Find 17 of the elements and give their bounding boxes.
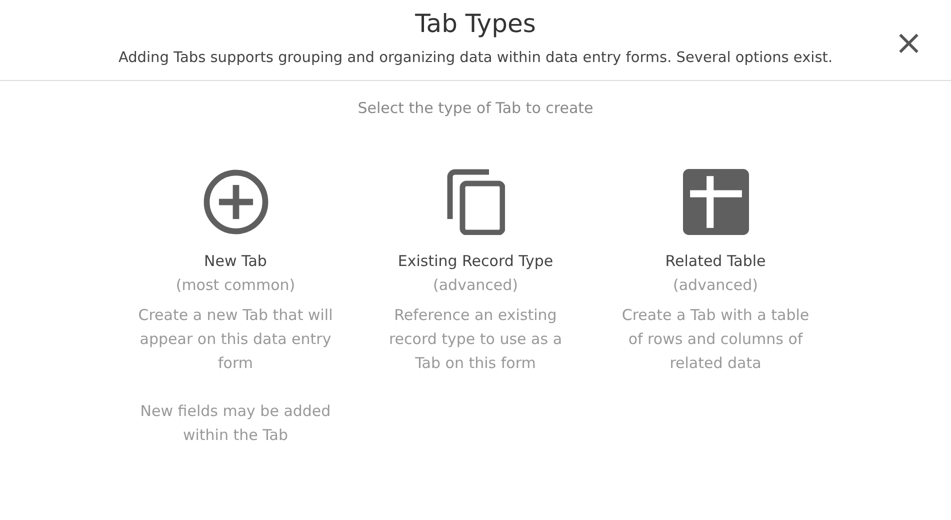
option-note: (advanced) [433,275,518,296]
plus-circle-icon[interactable] [202,169,268,235]
option-description: Create a Tab with a table of rows and columns of related data [620,305,810,374]
option-title[interactable]: New Tab [204,249,267,273]
option-note: (most common) [176,275,296,296]
option-title[interactable]: Related Table [665,249,766,273]
option-description: Reference an existing record type to use as a Tab on this form [388,305,564,374]
option-description: New fields may be added within the Tab [139,401,332,446]
option-note: (advanced) [673,275,758,296]
table-plus-icon[interactable] [682,169,748,235]
copy-icon[interactable] [446,169,504,235]
option-description: Create a new Tab that will appear on this data entry form [137,305,334,374]
close-button[interactable]: × [890,26,927,60]
dialog-title: Tab Types [414,8,537,40]
dialog-subtitle: Adding Tabs supports grouping and organizing data within data entry forms. Several options exist. [117,50,834,66]
prompt-text: Select the type of Tab to create [356,99,594,117]
option-title[interactable]: Existing Record Type [398,249,554,273]
